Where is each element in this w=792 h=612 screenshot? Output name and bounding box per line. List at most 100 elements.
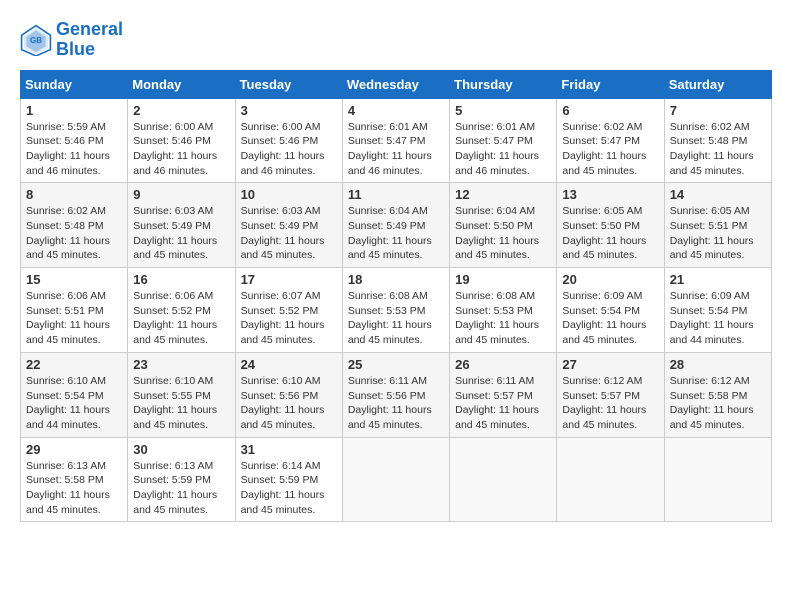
sunrise-time: Sunrise: 6:05 AM xyxy=(670,205,750,217)
sunset-time: Sunset: 5:52 PM xyxy=(133,305,211,317)
daylight-minutes: and 46 minutes. xyxy=(348,165,423,177)
sunrise-time: Sunrise: 6:13 AM xyxy=(26,460,106,472)
daylight-minutes: and 45 minutes. xyxy=(562,334,637,346)
sunrise-time: Sunrise: 6:00 AM xyxy=(241,121,321,133)
sunset-time: Sunset: 5:52 PM xyxy=(241,305,319,317)
sunset-time: Sunset: 5:47 PM xyxy=(455,135,533,147)
day-number: 31 xyxy=(241,442,337,457)
sunset-time: Sunset: 5:46 PM xyxy=(26,135,104,147)
daylight-minutes: and 45 minutes. xyxy=(26,249,101,261)
day-info: Sunrise: 5:59 AM Sunset: 5:46 PM Dayligh… xyxy=(26,120,122,179)
day-number: 5 xyxy=(455,103,551,118)
day-number: 29 xyxy=(26,442,122,457)
daylight-hours: Daylight: 11 hours xyxy=(133,404,217,416)
calendar-cell: 11 Sunrise: 6:04 AM Sunset: 5:49 PM Dayl… xyxy=(342,183,449,268)
sunset-time: Sunset: 5:46 PM xyxy=(133,135,211,147)
day-number: 9 xyxy=(133,187,229,202)
sunset-time: Sunset: 5:57 PM xyxy=(562,390,640,402)
calendar-cell: 25 Sunrise: 6:11 AM Sunset: 5:56 PM Dayl… xyxy=(342,352,449,437)
calendar-cell: 9 Sunrise: 6:03 AM Sunset: 5:49 PM Dayli… xyxy=(128,183,235,268)
sunrise-time: Sunrise: 5:59 AM xyxy=(26,121,106,133)
calendar-cell: 3 Sunrise: 6:00 AM Sunset: 5:46 PM Dayli… xyxy=(235,98,342,183)
daylight-hours: Daylight: 11 hours xyxy=(670,235,754,247)
daylight-minutes: and 46 minutes. xyxy=(133,165,208,177)
sunrise-time: Sunrise: 6:12 AM xyxy=(670,375,750,387)
day-info: Sunrise: 6:02 AM Sunset: 5:48 PM Dayligh… xyxy=(670,120,766,179)
calendar-cell xyxy=(450,437,557,522)
day-number: 15 xyxy=(26,272,122,287)
sunrise-time: Sunrise: 6:06 AM xyxy=(26,290,106,302)
calendar-cell: 7 Sunrise: 6:02 AM Sunset: 5:48 PM Dayli… xyxy=(664,98,771,183)
sunset-time: Sunset: 5:58 PM xyxy=(670,390,748,402)
daylight-hours: Daylight: 11 hours xyxy=(455,319,539,331)
day-info: Sunrise: 6:08 AM Sunset: 5:53 PM Dayligh… xyxy=(348,289,444,348)
sunrise-time: Sunrise: 6:13 AM xyxy=(133,460,213,472)
sunrise-time: Sunrise: 6:07 AM xyxy=(241,290,321,302)
sunrise-time: Sunrise: 6:01 AM xyxy=(455,121,535,133)
calendar-cell: 24 Sunrise: 6:10 AM Sunset: 5:56 PM Dayl… xyxy=(235,352,342,437)
daylight-hours: Daylight: 11 hours xyxy=(670,404,754,416)
daylight-minutes: and 44 minutes. xyxy=(670,334,745,346)
sunrise-time: Sunrise: 6:10 AM xyxy=(241,375,321,387)
calendar-cell: 15 Sunrise: 6:06 AM Sunset: 5:51 PM Dayl… xyxy=(21,268,128,353)
calendar-week-row: 1 Sunrise: 5:59 AM Sunset: 5:46 PM Dayli… xyxy=(21,98,772,183)
sunrise-time: Sunrise: 6:08 AM xyxy=(455,290,535,302)
daylight-hours: Daylight: 11 hours xyxy=(26,489,110,501)
day-info: Sunrise: 6:11 AM Sunset: 5:57 PM Dayligh… xyxy=(455,374,551,433)
daylight-hours: Daylight: 11 hours xyxy=(455,404,539,416)
day-info: Sunrise: 6:12 AM Sunset: 5:58 PM Dayligh… xyxy=(670,374,766,433)
header-friday: Friday xyxy=(557,70,664,98)
calendar-header-row: SundayMondayTuesdayWednesdayThursdayFrid… xyxy=(21,70,772,98)
day-info: Sunrise: 6:12 AM Sunset: 5:57 PM Dayligh… xyxy=(562,374,658,433)
calendar-week-row: 29 Sunrise: 6:13 AM Sunset: 5:58 PM Dayl… xyxy=(21,437,772,522)
calendar-cell: 21 Sunrise: 6:09 AM Sunset: 5:54 PM Dayl… xyxy=(664,268,771,353)
sunset-time: Sunset: 5:49 PM xyxy=(133,220,211,232)
header-sunday: Sunday xyxy=(21,70,128,98)
day-info: Sunrise: 6:01 AM Sunset: 5:47 PM Dayligh… xyxy=(455,120,551,179)
day-number: 2 xyxy=(133,103,229,118)
calendar-cell: 27 Sunrise: 6:12 AM Sunset: 5:57 PM Dayl… xyxy=(557,352,664,437)
sunset-time: Sunset: 5:47 PM xyxy=(562,135,640,147)
sunrise-time: Sunrise: 6:02 AM xyxy=(670,121,750,133)
day-number: 16 xyxy=(133,272,229,287)
daylight-minutes: and 45 minutes. xyxy=(670,249,745,261)
svg-text:GB: GB xyxy=(30,36,42,45)
header-saturday: Saturday xyxy=(664,70,771,98)
calendar-cell: 13 Sunrise: 6:05 AM Sunset: 5:50 PM Dayl… xyxy=(557,183,664,268)
day-number: 7 xyxy=(670,103,766,118)
calendar-cell: 16 Sunrise: 6:06 AM Sunset: 5:52 PM Dayl… xyxy=(128,268,235,353)
calendar-cell: 30 Sunrise: 6:13 AM Sunset: 5:59 PM Dayl… xyxy=(128,437,235,522)
sunrise-time: Sunrise: 6:11 AM xyxy=(348,375,427,387)
daylight-minutes: and 44 minutes. xyxy=(26,419,101,431)
day-info: Sunrise: 6:14 AM Sunset: 5:59 PM Dayligh… xyxy=(241,459,337,518)
day-number: 6 xyxy=(562,103,658,118)
sunrise-time: Sunrise: 6:09 AM xyxy=(670,290,750,302)
daylight-hours: Daylight: 11 hours xyxy=(562,404,646,416)
sunset-time: Sunset: 5:49 PM xyxy=(241,220,319,232)
day-info: Sunrise: 6:02 AM Sunset: 5:48 PM Dayligh… xyxy=(26,204,122,263)
sunset-time: Sunset: 5:53 PM xyxy=(348,305,426,317)
header-wednesday: Wednesday xyxy=(342,70,449,98)
sunrise-time: Sunrise: 6:03 AM xyxy=(241,205,321,217)
daylight-minutes: and 45 minutes. xyxy=(133,249,208,261)
day-info: Sunrise: 6:11 AM Sunset: 5:56 PM Dayligh… xyxy=(348,374,444,433)
daylight-hours: Daylight: 11 hours xyxy=(348,150,432,162)
sunset-time: Sunset: 5:53 PM xyxy=(455,305,533,317)
sunset-time: Sunset: 5:47 PM xyxy=(348,135,426,147)
daylight-minutes: and 46 minutes. xyxy=(26,165,101,177)
logo-text: General Blue xyxy=(56,20,123,60)
daylight-minutes: and 46 minutes. xyxy=(241,165,316,177)
day-info: Sunrise: 6:06 AM Sunset: 5:52 PM Dayligh… xyxy=(133,289,229,348)
daylight-hours: Daylight: 11 hours xyxy=(26,319,110,331)
sunset-time: Sunset: 5:57 PM xyxy=(455,390,533,402)
sunrise-time: Sunrise: 6:05 AM xyxy=(562,205,642,217)
day-number: 1 xyxy=(26,103,122,118)
day-number: 25 xyxy=(348,357,444,372)
daylight-minutes: and 45 minutes. xyxy=(455,249,530,261)
daylight-hours: Daylight: 11 hours xyxy=(670,150,754,162)
calendar-cell: 12 Sunrise: 6:04 AM Sunset: 5:50 PM Dayl… xyxy=(450,183,557,268)
daylight-hours: Daylight: 11 hours xyxy=(133,150,217,162)
day-number: 27 xyxy=(562,357,658,372)
daylight-hours: Daylight: 11 hours xyxy=(670,319,754,331)
day-info: Sunrise: 6:06 AM Sunset: 5:51 PM Dayligh… xyxy=(26,289,122,348)
